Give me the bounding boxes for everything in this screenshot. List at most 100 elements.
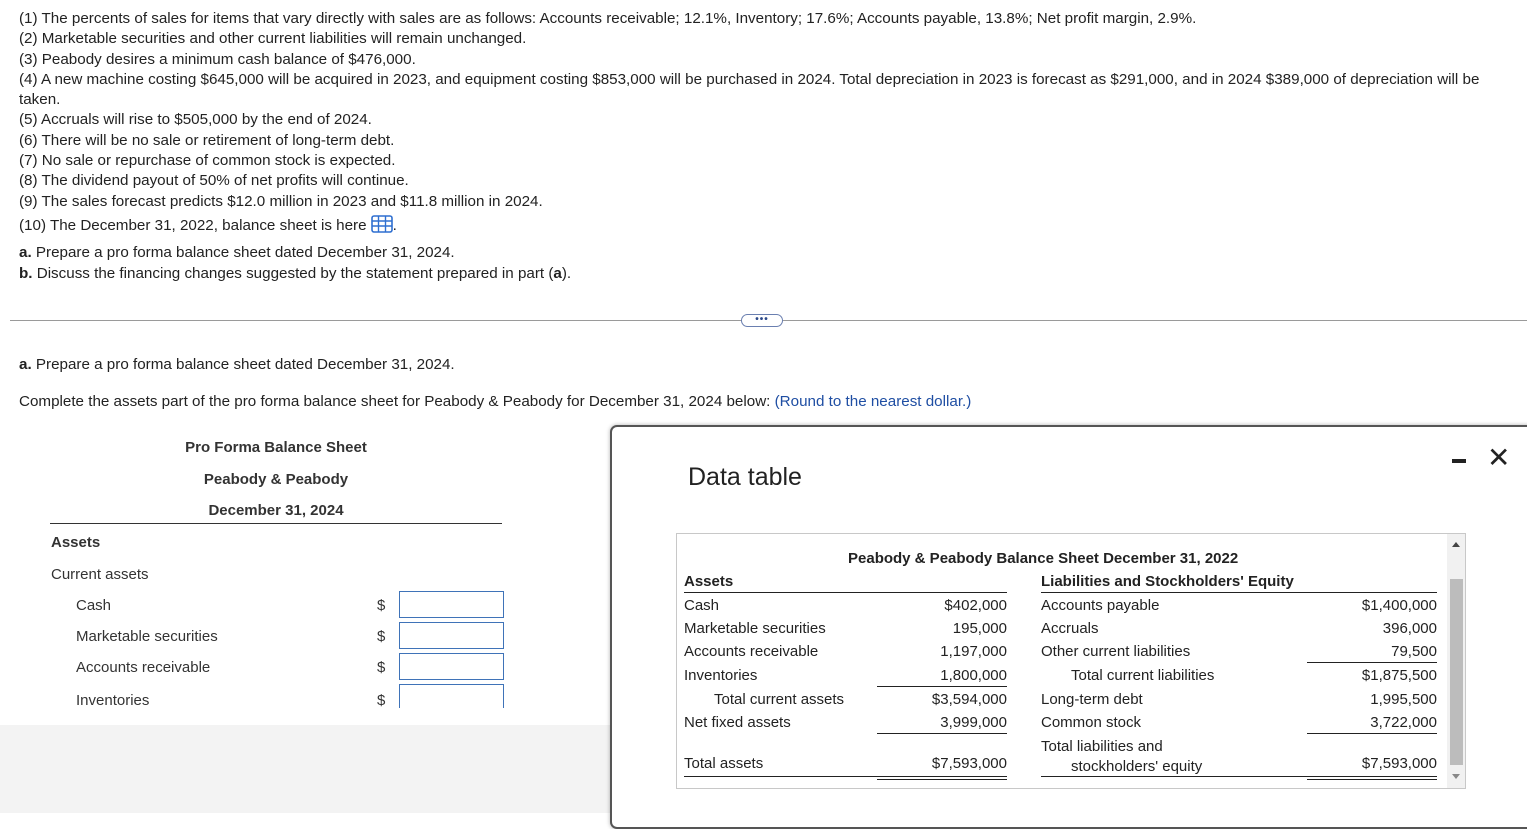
liabilities-header-rule — [1041, 592, 1437, 593]
liab-label-total-line1: Total liabilities and — [1041, 738, 1163, 755]
proforma-current-assets: Current assets — [51, 566, 149, 583]
proforma-date: December 31, 2024 — [208, 502, 344, 519]
asset-label-accounts-receivable: Accounts receivable — [684, 643, 819, 660]
problem-line-1: (1) The percents of sales for items that… — [19, 10, 1197, 27]
total-liabilities-rule — [1041, 776, 1437, 777]
problem-line-4: (4) A new machine costing $645,000 will … — [19, 70, 1480, 109]
asset-label-cash: Cash — [684, 597, 720, 614]
row-label-cash: Cash — [76, 597, 112, 614]
row-label-accounts-receivable: Accounts receivable — [76, 659, 211, 676]
asset-label-total-assets: Total assets — [684, 755, 764, 772]
row-currency-marketable-securities: $ — [377, 628, 386, 645]
table-icon[interactable] — [370, 215, 393, 233]
table-title: Peabody & Peabody Balance Sheet December… — [848, 550, 1239, 567]
liab-value-other-current-liabilities: 79,500 — [1391, 643, 1437, 660]
minimize-icon[interactable] — [1452, 459, 1466, 463]
liab-value-common-stock: 3,722,000 — [1370, 714, 1437, 731]
total-assets-double-rule — [877, 779, 1007, 780]
row-label-marketable-securities: Marketable securities — [76, 628, 218, 645]
problem-line-10-end: . — [392, 216, 397, 234]
assets-header-rule — [684, 592, 1007, 593]
asset-value-cash: $402,000 — [944, 597, 1007, 614]
liab-label-accruals: Accruals — [1041, 620, 1099, 637]
row-currency-accounts-receivable: $ — [377, 659, 386, 676]
asset-value-accounts-receivable: 1,197,000 — [940, 643, 1007, 660]
asset-value-marketable-securities: 195,000 — [952, 620, 1007, 637]
problem-line-7: (7) No sale or repurchase of common stoc… — [19, 152, 396, 170]
liab-value-total: $7,593,000 — [1361, 755, 1437, 772]
problem-line-9: (9) The sales forecast predicts $12.0 mi… — [19, 192, 543, 210]
problem-statement: (1) The percents of sales for items that… — [19, 9, 1499, 284]
assets-header: Assets — [684, 573, 734, 590]
bottom-panel-background — [0, 725, 612, 813]
proforma-assets-header: Assets — [51, 534, 101, 551]
asset-value-total-assets: $7,593,000 — [931, 755, 1007, 772]
scroll-up-arrow-icon[interactable] — [1452, 542, 1460, 547]
scrollbar-thumb[interactable] — [1450, 579, 1463, 765]
scroll-clip-edge — [0, 708, 612, 725]
total-liabilities-double-rule — [1307, 779, 1437, 780]
marketable-securities-input[interactable] — [399, 622, 504, 649]
problem-line-3: (3) Peabody desires a minimum cash balan… — [19, 50, 416, 68]
asset-label-net-fixed-assets: Net fixed assets — [684, 714, 791, 731]
expand-ellipsis-button[interactable]: ••• — [741, 314, 783, 327]
part-b-ref: a — [553, 264, 562, 282]
liab-value-long-term-debt: 1,995,500 — [1370, 691, 1437, 708]
inventories-rule — [877, 686, 1007, 687]
instruction-text: Complete the assets part of the pro form… — [19, 393, 775, 410]
asset-label-marketable-securities: Marketable securities — [684, 620, 826, 637]
part-b-text: Discuss the financing changes suggested … — [32, 264, 554, 282]
problem-line-10-text: (10) The December 31, 2022, balance shee… — [19, 216, 367, 234]
other-current-liabilities-rule — [1307, 662, 1437, 663]
liab-label-total-current-liabilities: Total current liabilities — [1071, 667, 1215, 684]
asset-value-inventories: 1,800,000 — [940, 667, 1007, 684]
asset-label-inventories: Inventories — [684, 667, 758, 684]
row-currency-inventories: $ — [377, 692, 386, 709]
problem-line-8: (8) The dividend payout of 50% of net pr… — [19, 172, 409, 190]
row-label-inventories: Inventories — [76, 692, 150, 709]
part-b-prompt: b. Discuss the financing changes suggest… — [19, 264, 1499, 284]
accounts-receivable-input[interactable] — [399, 653, 504, 680]
problem-line-6: (6) There will be no sale or retirement … — [19, 131, 395, 149]
part-b-end: ). — [561, 264, 572, 282]
asset-label-total-current-assets: Total current assets — [714, 691, 845, 708]
asset-value-total-current-assets: $3,594,000 — [931, 691, 1007, 708]
liab-label-long-term-debt: Long-term debt — [1041, 691, 1143, 708]
question-a-text: Prepare a pro forma balance sheet dated … — [31, 356, 455, 373]
close-icon[interactable]: ✕ — [1487, 444, 1510, 472]
total-assets-rule — [684, 776, 1007, 777]
liab-label-total-line2: stockholders' equity — [1071, 758, 1203, 775]
asset-value-net-fixed-assets: 3,999,000 — [940, 714, 1007, 731]
liabilities-header: Liabilities and Stockholders' Equity — [1041, 573, 1294, 590]
problem-line-2: (2) Marketable securities and other curr… — [19, 30, 527, 48]
part-a-prompt: a. Prepare a pro forma balance sheet dat… — [19, 243, 1499, 263]
proforma-title: Pro Forma Balance Sheet — [185, 439, 367, 456]
table-scrollbar[interactable] — [1447, 534, 1465, 788]
liab-value-total-current-liabilities: $1,875,500 — [1361, 667, 1437, 684]
scroll-down-arrow-icon[interactable] — [1452, 774, 1460, 779]
question-part-a: a. Prepare a pro forma balance sheet dat… — [19, 356, 455, 373]
liab-value-accruals: 396,000 — [1382, 620, 1437, 637]
part-a-letter: a. — [19, 244, 32, 262]
common-stock-rule — [1307, 733, 1437, 734]
inventories-input[interactable] — [399, 684, 504, 711]
liab-label-other-current-liabilities: Other current liabilities — [1041, 643, 1191, 660]
liab-label-common-stock: Common stock — [1041, 714, 1142, 731]
data-table-dialog: Data table ✕ Peabody & Peabody Balance S… — [610, 425, 1527, 829]
question-a-letter: a. — [19, 356, 32, 373]
dialog-title: Data table — [688, 463, 802, 491]
question-instruction: Complete the assets part of the pro form… — [19, 393, 971, 410]
liab-value-accounts-payable: $1,400,000 — [1361, 597, 1437, 614]
proforma-company: Peabody & Peabody — [203, 471, 349, 488]
proforma-header-rule — [50, 523, 502, 524]
rounding-hint: (Round to the nearest dollar.) — [774, 393, 972, 410]
part-a-text: Prepare a pro forma balance sheet dated … — [31, 244, 455, 262]
row-currency-cash: $ — [377, 597, 386, 614]
balance-sheet-table: Peabody & Peabody Balance Sheet December… — [676, 533, 1466, 789]
part-b-letter: b. — [19, 264, 33, 282]
cash-input[interactable] — [399, 591, 504, 618]
liab-label-accounts-payable: Accounts payable — [1041, 597, 1160, 614]
problem-line-5: (5) Accruals will rise to $505,000 by th… — [19, 111, 372, 129]
problem-line-10: (10) The December 31, 2022, balance shee… — [19, 215, 1499, 236]
net-fixed-assets-rule — [877, 733, 1007, 734]
